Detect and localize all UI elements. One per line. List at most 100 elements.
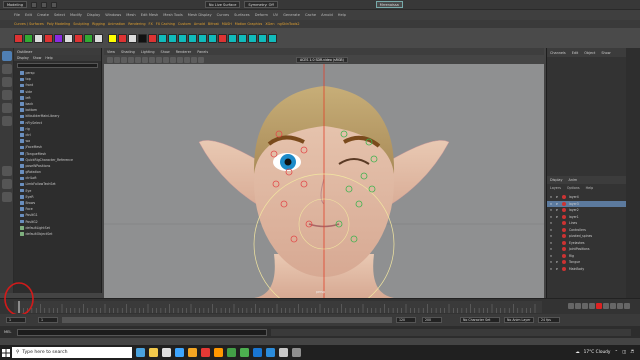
viewport-menu-item[interactable]: Panels: [197, 50, 208, 54]
bookmark-icon[interactable]: [121, 56, 127, 63]
outliner-search-input[interactable]: [17, 63, 98, 68]
camera-icon[interactable]: [107, 56, 113, 63]
taskbar-app-icon[interactable]: [240, 348, 249, 357]
shelf-tab[interactable]: ngSkinTools2: [278, 22, 300, 26]
shadows-icon[interactable]: [184, 56, 190, 63]
layout-single-icon[interactable]: [2, 166, 12, 176]
command-input[interactable]: [17, 328, 268, 336]
wireframe-icon[interactable]: [156, 56, 162, 63]
playback-toggle[interactable]: P: [556, 195, 559, 199]
fps-field[interactable]: 24 fps: [538, 317, 560, 323]
visibility-toggle[interactable]: V: [550, 234, 553, 238]
visibility-toggle[interactable]: V: [550, 267, 553, 271]
file-icon[interactable]: [30, 1, 37, 8]
playback-toggle[interactable]: P: [556, 215, 559, 219]
shelf-tool-icon[interactable]: [268, 33, 277, 43]
shelf-tool-icon[interactable]: [118, 33, 127, 43]
visibility-toggle[interactable]: V: [550, 202, 553, 206]
shelf-tool-icon[interactable]: [228, 33, 237, 43]
inner-start-field[interactable]: 1: [38, 317, 58, 323]
menu-mesh-display[interactable]: Mesh Display: [188, 13, 212, 17]
save-icon[interactable]: [40, 1, 47, 8]
visibility-toggle[interactable]: V: [550, 195, 553, 199]
shelf-tab[interactable]: Poly Modeling: [47, 22, 70, 26]
shelf-tool-icon[interactable]: [198, 33, 207, 43]
play-backward-icon[interactable]: [589, 303, 595, 309]
taskbar-app-icon[interactable]: [266, 348, 275, 357]
visibility-toggle[interactable]: V: [550, 241, 553, 245]
menu-mesh[interactable]: Mesh: [126, 13, 135, 17]
tray-chevron-icon[interactable]: ⌃: [614, 350, 618, 355]
menu-generate[interactable]: Generate: [283, 13, 300, 17]
exposure-field[interactable]: ACES 1.0 SDR-video (sRGB): [296, 56, 348, 63]
viewport-menu-item[interactable]: Show: [161, 50, 170, 54]
visibility-toggle[interactable]: V: [550, 247, 553, 251]
shelf-tab[interactable]: Motion Graphics: [235, 22, 263, 26]
play-forward-icon[interactable]: [603, 303, 609, 309]
taskbar-app-icon[interactable]: [188, 348, 197, 357]
undo-icon[interactable]: [50, 1, 57, 8]
paint-tool-icon[interactable]: [2, 77, 12, 87]
menu-file[interactable]: File: [14, 13, 20, 17]
shelf-tab[interactable]: MASH: [222, 22, 232, 26]
shelf-tab[interactable]: FX: [149, 22, 153, 26]
grid-icon[interactable]: [135, 56, 141, 63]
menu-create[interactable]: Create: [37, 13, 49, 17]
layer-row[interactable]: V P MainBody: [547, 266, 627, 273]
step-back-key-icon[interactable]: [575, 303, 581, 309]
shelf-tool-icon[interactable]: [94, 33, 103, 43]
menu-surfaces[interactable]: Surfaces: [234, 13, 250, 17]
playback-toggle[interactable]: P: [556, 260, 559, 264]
shelf-tab[interactable]: Rigging: [92, 22, 105, 26]
shelf-tab[interactable]: Curves / Surfaces: [14, 22, 44, 26]
character-head-view[interactable]: [104, 64, 544, 298]
mode-select[interactable]: Modeling: [3, 1, 27, 8]
taskbar-app-icon[interactable]: [136, 348, 145, 357]
taskbar-app-icon[interactable]: [162, 348, 171, 357]
channel-menu-item[interactable]: Object: [584, 51, 595, 55]
playback-toggle[interactable]: P: [556, 267, 559, 271]
menu-mesh-tools[interactable]: Mesh Tools: [163, 13, 182, 17]
outliner-menu-item[interactable]: Show: [33, 55, 42, 61]
taskbar-app-icon[interactable]: [214, 348, 223, 357]
menu-deform[interactable]: Deform: [255, 13, 268, 17]
menu-edit[interactable]: Edit: [25, 13, 32, 17]
move-tool-icon[interactable]: [2, 90, 12, 100]
shelf-tool-icon[interactable]: [74, 33, 83, 43]
isolate-icon[interactable]: [198, 56, 204, 63]
taskbar-app-icon[interactable]: [149, 348, 158, 357]
image-plane-icon[interactable]: [128, 56, 134, 63]
shelf-tool-icon[interactable]: [84, 33, 93, 43]
taskbar-app-icon[interactable]: [253, 348, 262, 357]
camera-attributes-icon[interactable]: [114, 56, 120, 63]
range-bar[interactable]: [62, 317, 392, 323]
layer-menu-item[interactable]: Help: [586, 186, 594, 190]
viewport-menu-item[interactable]: Shading: [121, 50, 135, 54]
menu-arnold[interactable]: Arnold: [321, 13, 333, 17]
step-forward-key-icon[interactable]: [617, 303, 623, 309]
menu-windows[interactable]: Windows: [105, 13, 121, 17]
workspace-select[interactable]: Mrrenaissa: [375, 1, 403, 8]
shelf-tool-icon[interactable]: [54, 33, 63, 43]
taskbar-app-icon[interactable]: [175, 348, 184, 357]
shelf-tool-icon[interactable]: [238, 33, 247, 43]
live-surface-field[interactable]: No Live Surface: [204, 1, 241, 8]
playback-toggle[interactable]: P: [556, 202, 559, 206]
taskbar-app-icon[interactable]: [279, 348, 288, 357]
shelf-tab[interactable]: FX Caching: [156, 22, 175, 26]
outliner-item[interactable]: defaultObjectSet: [14, 231, 101, 237]
shelf-tab[interactable]: Animation: [108, 22, 125, 26]
layout-two-icon[interactable]: [2, 192, 12, 202]
go-to-start-icon[interactable]: [568, 303, 574, 309]
shelf-tool-icon[interactable]: [218, 33, 227, 43]
taskbar-app-icon[interactable]: [227, 348, 236, 357]
shelf-tool-icon[interactable]: [258, 33, 267, 43]
select-tool-icon[interactable]: [2, 51, 12, 61]
shelf-tab[interactable]: Arnold: [194, 22, 205, 26]
viewport-panel[interactable]: View Shading Lighting Show Renderer Panels AC…: [104, 48, 544, 298]
menu-curves[interactable]: Curves: [217, 13, 229, 17]
time-slider[interactable]: [0, 282, 640, 316]
outliner-menu-item[interactable]: Display: [17, 55, 29, 61]
menu-modify[interactable]: Modify: [70, 13, 82, 17]
layout-four-icon[interactable]: [2, 179, 12, 189]
